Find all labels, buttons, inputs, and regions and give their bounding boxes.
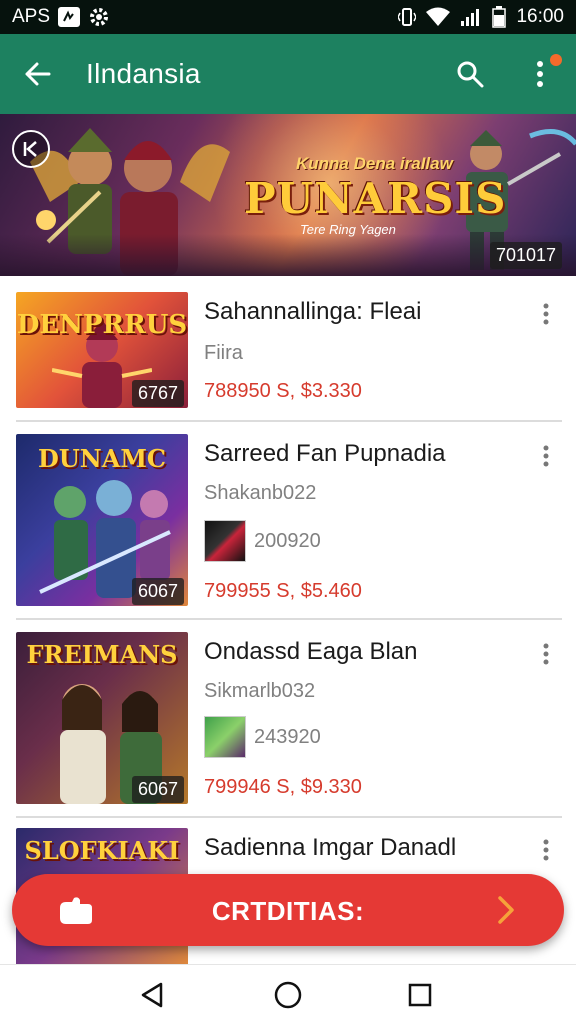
nav-back-button[interactable] [130, 977, 174, 1013]
thumbnail-count-badge: 6067 [132, 776, 185, 803]
credits-button[interactable]: CRTDITIAS: [12, 874, 564, 946]
more-vert-icon [543, 303, 549, 325]
clock: 16:00 [516, 6, 564, 27]
item-thumbnail[interactable]: DUNAMC 6067 [16, 434, 188, 606]
page-title: Ilndansia [86, 58, 201, 89]
more-vert-icon [543, 643, 549, 665]
thumbnail-title: DUNAMC [38, 444, 166, 473]
item-meta-value: 200920 [254, 529, 321, 552]
carrier-label: APS [12, 6, 51, 27]
game-list: DENPRRUS 6767 Sahannallinga: Fleai Fiira… [0, 276, 576, 966]
item-subtitle: Sikmarlb032 [204, 680, 316, 702]
banner-back-icon [23, 141, 37, 157]
more-vert-icon [543, 445, 549, 467]
thumbnail-title: FREIMANS [26, 640, 178, 669]
nav-home-icon [274, 981, 302, 1009]
notification-dot [550, 54, 562, 66]
item-meta: 243920 [204, 716, 321, 758]
item-meta: 200920 [204, 520, 321, 562]
item-subtitle: Fiira [204, 342, 243, 364]
item-title: Ondassd Eaga Blan [204, 638, 418, 665]
back-button[interactable] [0, 34, 74, 114]
app-bar: Ilndansia [0, 34, 576, 114]
vibrate-icon [398, 6, 417, 28]
system-nav-bar [0, 964, 576, 1024]
notification-box-icon [58, 7, 81, 27]
hero-banner[interactable]: Kunna Dena iraIlaw PUNARSIS Tere Ring Ya… [0, 114, 576, 276]
item-thumbnail[interactable]: FREIMANS 6067 [16, 632, 188, 804]
wifi-icon [426, 7, 451, 27]
divider [16, 420, 562, 422]
thumbnail-count-badge: 6067 [132, 578, 185, 605]
search-button[interactable] [446, 52, 494, 96]
thumbnail-title: SLOFKIAKI [24, 836, 180, 865]
nav-recents-button[interactable] [398, 977, 442, 1013]
divider [16, 618, 562, 620]
nav-home-button[interactable] [266, 977, 310, 1013]
item-title: Sahannallinga: Fleai [204, 298, 422, 325]
battery-icon [492, 6, 507, 28]
chevron-right-icon [498, 896, 514, 924]
banner-tagline: Tere Ring Yagen [300, 222, 396, 237]
more-vert-icon [537, 61, 543, 87]
search-icon [457, 61, 484, 88]
more-vert-icon [543, 839, 549, 861]
thumbnail-count-badge: 6767 [132, 380, 185, 407]
item-meta-value: 243920 [254, 725, 321, 748]
item-more-button[interactable] [532, 440, 560, 472]
banner-back-button[interactable] [12, 130, 50, 168]
mini-thumbnail [204, 716, 246, 758]
item-more-button[interactable] [532, 298, 560, 330]
status-bar: APS 16:00 [0, 0, 576, 34]
banner-headline: PUNARSIS [244, 174, 507, 223]
item-thumbnail[interactable]: DENPRRUS 6767 [16, 292, 188, 408]
nav-back-icon [141, 982, 163, 1008]
divider [16, 816, 562, 818]
item-more-button[interactable] [532, 834, 560, 866]
gear-icon [88, 6, 110, 28]
item-subtitle: Shakanb022 [204, 482, 317, 504]
item-title: Sadienna Imgar Danadl [204, 834, 457, 861]
mini-thumbnail [204, 520, 246, 562]
item-price: 788950 S, $3.330 [204, 380, 362, 402]
banner-subtitle: Kunna Dena iraIlaw [296, 154, 453, 173]
credits-label: CRTDITIAS: [211, 896, 365, 926]
item-title: Sarreed Fan Pupnadia [204, 440, 446, 467]
item-price: 799955 S, $5.460 [204, 580, 362, 602]
signal-icon [460, 7, 482, 27]
item-price: 799946 S, $9.330 [204, 776, 362, 798]
nav-recents-icon [408, 983, 432, 1007]
back-arrow-icon [25, 62, 51, 86]
banner-count-badge: 701017 [490, 242, 563, 269]
thumbnail-title: DENPRRUS [16, 310, 188, 340]
item-more-button[interactable] [532, 638, 560, 670]
